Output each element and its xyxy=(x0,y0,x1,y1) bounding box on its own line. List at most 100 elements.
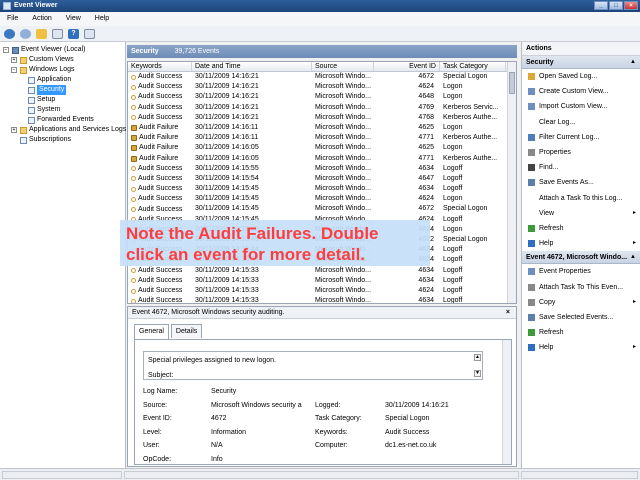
actions-section-event[interactable]: Event 4672, Microsoft Windo... ▲ xyxy=(522,251,640,265)
table-row[interactable]: Audit Success 30/11/2009 14:16:21 Microsof… xyxy=(128,103,516,113)
keyword-text: Audit Success xyxy=(138,103,183,111)
action-import-custom-view[interactable]: Import Custom View... xyxy=(522,99,640,114)
table-row[interactable]: Audit Success 30/11/2009 14:16:21 Microsof… xyxy=(128,92,516,102)
table-row[interactable]: Audit Failure 30/11/2009 14:16:11 Microsof… xyxy=(128,133,516,143)
menu-file[interactable]: File xyxy=(7,12,18,26)
table-row[interactable]: Audit Success 30/11/2009 14:15:33 Microsof… xyxy=(128,266,516,276)
table-row[interactable]: Audit Success 30/11/2009 14:15:45 Microsof… xyxy=(128,194,516,204)
window-title: Event Viewer xyxy=(14,2,58,9)
close-button[interactable]: × xyxy=(624,1,638,10)
key-icon xyxy=(131,115,136,121)
back-icon[interactable] xyxy=(4,29,15,39)
task-category-cell: Logoff xyxy=(443,174,463,182)
action-refresh[interactable]: Refresh xyxy=(522,325,640,340)
action-view[interactable]: View ▸ xyxy=(522,206,640,221)
maximize-button[interactable]: □ xyxy=(609,1,623,10)
task-category-cell: Kerberos Authe... xyxy=(443,154,498,162)
action-create-custom-view[interactable]: Create Custom View... xyxy=(522,84,640,99)
tree-expander-icon[interactable]: + xyxy=(11,127,17,133)
source-cell: Microsoft Windo... xyxy=(315,266,372,274)
column-event-id[interactable]: Event ID xyxy=(374,62,440,71)
tree-item-event-viewer-local-[interactable]: − Event Viewer (Local) xyxy=(3,45,85,55)
action-save-events-as[interactable]: Save Events As... xyxy=(522,175,640,190)
up-folder-icon[interactable] xyxy=(36,29,47,39)
table-row[interactable]: Audit Success 30/11/2009 14:15:54 Microsof… xyxy=(128,174,516,184)
table-row[interactable]: Audit Success 30/11/2009 14:16:21 Microsof… xyxy=(128,72,516,82)
action-open-saved-log[interactable]: Open Saved Log... xyxy=(522,69,640,84)
action-refresh[interactable]: Refresh xyxy=(522,221,640,236)
table-row[interactable]: Audit Success 30/11/2009 14:16:21 Microsof… xyxy=(128,82,516,92)
tree-item-windows-logs[interactable]: − Windows Logs xyxy=(11,65,75,75)
keyword-text: Audit Success xyxy=(138,93,183,101)
events-scrollbar[interactable] xyxy=(507,62,516,303)
detail-title: Event 4672, Microsoft Windows security a… xyxy=(132,309,285,316)
table-row[interactable]: Audit Failure 30/11/2009 14:16:11 Microsof… xyxy=(128,123,516,133)
action-filter-current-log[interactable]: Filter Current Log... xyxy=(522,130,640,145)
table-row[interactable]: Audit Failure 30/11/2009 14:16:05 Microsof… xyxy=(128,154,516,164)
scroll-thumb[interactable] xyxy=(509,72,515,94)
key-icon xyxy=(131,74,136,80)
table-row[interactable]: Audit Success 30/11/2009 14:15:55 Microsof… xyxy=(128,164,516,174)
minimize-button[interactable]: _ xyxy=(594,1,608,10)
description-scroll-down[interactable]: ▼ xyxy=(474,370,481,377)
action-attach-task-to-this-even[interactable]: Attach Task To This Even... xyxy=(522,279,640,294)
tree-expander-icon[interactable]: − xyxy=(3,47,9,53)
action-help[interactable]: Help ▸ xyxy=(522,236,640,251)
description-scroll-up[interactable]: ▲ xyxy=(474,354,481,361)
detail-close-button[interactable]: × xyxy=(506,307,510,319)
keyword-text: Audit Success xyxy=(138,113,183,121)
table-row[interactable]: Audit Success 30/11/2009 14:16:21 Microsof… xyxy=(128,113,516,123)
column-source[interactable]: Source xyxy=(312,62,374,71)
tab-details[interactable]: Details xyxy=(170,324,203,338)
table-row[interactable]: Audit Success 30/11/2009 14:15:33 Microsof… xyxy=(128,276,516,286)
action-clear-log[interactable]: Clear Log... xyxy=(522,115,640,130)
tree-item-forwarded-events[interactable]: Forwarded Events xyxy=(19,115,94,125)
table-row[interactable]: Audit Failure 30/11/2009 14:16:05 Microsof… xyxy=(128,143,516,153)
column-date-time[interactable]: Date and Time xyxy=(192,62,312,71)
source-cell: Microsoft Windo... xyxy=(315,276,372,284)
tree-item-setup[interactable]: Setup xyxy=(19,95,55,105)
action-attach-a-task-to-this-log[interactable]: Attach a Task To this Log... xyxy=(522,191,640,206)
tree-item-security[interactable]: Security xyxy=(19,85,67,95)
show-hide-tree-icon[interactable] xyxy=(52,29,63,39)
tab-general[interactable]: General xyxy=(134,324,169,339)
menu-view[interactable]: View xyxy=(66,12,81,26)
action-find[interactable]: Find... xyxy=(522,160,640,175)
tree-item-system[interactable]: System xyxy=(19,105,60,115)
forward-icon[interactable] xyxy=(20,29,31,39)
action-label: Filter Current Log... xyxy=(539,133,600,141)
log-icon xyxy=(28,96,35,104)
detail-scrollbar[interactable] xyxy=(502,340,511,464)
help-icon[interactable]: ? xyxy=(68,29,79,39)
table-row[interactable]: Audit Success 30/11/2009 14:15:45 Microsof… xyxy=(128,204,516,214)
show-hide-action-pane-icon[interactable] xyxy=(84,29,95,39)
source-cell: Microsoft Windo... xyxy=(315,205,372,213)
field-value: Special Logon xyxy=(385,415,430,422)
tree-item-applications-and-services-logs[interactable]: + Applications and Services Logs xyxy=(11,125,126,135)
menu-help[interactable]: Help xyxy=(95,12,109,26)
keyword-text: Audit Success xyxy=(138,164,183,172)
actions-section-security[interactable]: Security ▲ xyxy=(522,56,640,69)
table-row[interactable]: Audit Success 30/11/2009 14:15:45 Microsof… xyxy=(128,184,516,194)
callout-line-2: click an event for more detail. xyxy=(126,245,366,264)
tree-item-subscriptions[interactable]: Subscriptions xyxy=(11,135,71,145)
table-row[interactable]: Audit Success 30/11/2009 14:15:33 Microsof… xyxy=(128,296,516,303)
source-cell: Microsoft Windo... xyxy=(315,195,372,203)
task-category-cell: Special Logon xyxy=(443,236,488,243)
action-save-selected-events[interactable]: Save Selected Events... xyxy=(522,310,640,325)
action-copy[interactable]: Copy ▸ xyxy=(522,295,640,310)
tree-expander-icon[interactable]: − xyxy=(11,67,17,73)
source-cell: Microsoft Windo... xyxy=(315,83,372,91)
action-help[interactable]: Help ▸ xyxy=(522,340,640,355)
tree-item-custom-views[interactable]: + Custom Views xyxy=(11,55,74,65)
column-keywords[interactable]: Keywords xyxy=(128,62,192,71)
tree-item-application[interactable]: Application xyxy=(19,75,71,85)
key-icon xyxy=(131,105,136,111)
action-event-properties[interactable]: Event Properties xyxy=(522,264,640,279)
tree-expander-icon[interactable]: + xyxy=(11,57,17,63)
table-row[interactable]: Audit Success 30/11/2009 14:15:33 Microsof… xyxy=(128,286,516,296)
date-time-cell: 30/11/2009 14:15:33 xyxy=(195,266,259,274)
column-task-category[interactable]: Task Category xyxy=(440,62,506,71)
action-properties[interactable]: Properties xyxy=(522,145,640,160)
menu-action[interactable]: Action xyxy=(32,12,51,26)
